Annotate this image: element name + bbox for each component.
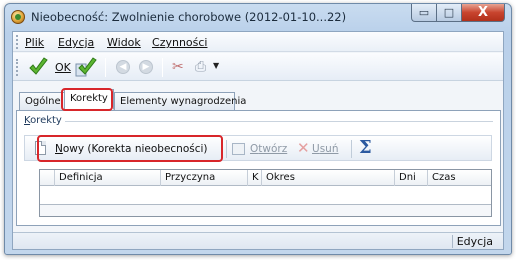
app-icon [11,10,25,24]
menu-widok-label: idok [117,36,141,49]
delete-key: U [312,143,320,155]
group-divider [65,121,493,122]
toolbar-separator [162,58,163,77]
menu-grip [16,35,19,49]
tab-korekty-label: Korekty [70,93,108,104]
tab-elementy-label: Elementy wynagrodzenia [120,96,247,107]
menu-edycja-label: dycja [64,36,95,49]
korekty-grid[interactable]: Definicja Przyczyna K Okres Dni Czas [39,169,492,217]
menu-edycja[interactable]: Edycja [58,36,94,49]
menu-edycja-key: E [58,36,65,49]
group-title-rest: orekty [30,115,62,126]
toolbar-separator [351,140,352,158]
forward-icon[interactable]: ▶ [139,60,153,74]
maximize-icon: □ [443,6,455,19]
tab-panel-korekty: Korekty Nowy (Korekta nieobecności) Otwó… [16,110,501,226]
window-title: Nieobecność: Zwolnienie chorobowe (2012-… [31,10,347,24]
main-toolbar: OK ◀ ▶ ✂ ⎙ ▼ [13,53,503,81]
korekty-toolbar: Nowy (Korekta nieobecności) Otwórz ✕ Usu… [24,135,492,161]
close-icon: X [477,5,489,20]
menu-bar: Plik Edycja Widok Czynności [13,32,503,52]
menu-czynnosci-key: C [152,36,160,49]
new-document-icon[interactable] [35,141,46,155]
toolbar-grip [16,59,18,76]
chevron-down-icon[interactable]: ▼ [213,61,219,70]
grid-header-indicator [40,170,54,186]
dialog-window: Nieobecność: Zwolnienie chorobowe (2012-… [4,3,512,255]
print-icon[interactable]: ⎙ [195,59,206,75]
menu-czynnosci[interactable]: Czynności [152,36,207,49]
open-icon[interactable] [232,143,245,155]
tab-ogolne[interactable]: Ogólne [19,92,65,110]
menu-plik[interactable]: Plik [25,36,44,49]
open-button-label[interactable]: Otwórz [250,143,287,155]
maximize-button[interactable]: □ [437,4,462,22]
minimize-button[interactable]: ▭ [411,4,437,22]
caption-buttons: ▭ □ X [411,4,505,23]
menu-czynnosci-label: zynności [159,36,208,49]
status-bar: Edycja [13,232,503,249]
open-rest: twórz [258,143,288,155]
delete-button-label[interactable]: Usuń [312,143,338,155]
grid-footer [40,204,491,216]
new-button-label[interactable]: Nowy (Korekta nieobecności) [55,143,208,155]
grid-header: Definicja Przyczyna K Okres Dni Czas [40,170,491,186]
toolbar-separator [226,140,227,158]
menu-widok[interactable]: Widok [107,36,141,49]
column-dni[interactable]: Dni [394,170,427,186]
menu-widok-key: W [107,36,118,49]
column-przyczyna[interactable]: Przyczyna [160,170,247,186]
menu-plik-key: P [25,36,32,49]
delete-icon[interactable]: ✕ [297,139,310,157]
check-ok-icon[interactable] [27,56,49,78]
tab-korekty[interactable]: Korekty [64,89,114,110]
status-mode: Edycja [456,235,493,248]
group-title: Korekty [24,115,62,126]
close-button[interactable]: X [462,4,505,22]
menu-plik-label: lik [31,36,45,49]
client-area: Plik Edycja Widok Czynności OK ◀ ▶ ✂ ⎙ ▼ [12,31,504,250]
tab-ogolne-label: Ogólne [25,96,61,107]
status-separator [452,235,453,248]
check-save-icon[interactable] [75,56,97,78]
minimize-icon: ▭ [418,6,430,19]
sum-icon[interactable]: Σ [359,137,372,158]
title-bar[interactable]: Nieobecność: Zwolnienie chorobowe (2012-… [5,4,511,30]
delete-rest: suń [319,143,339,155]
column-definicja[interactable]: Definicja [54,170,160,186]
column-czas[interactable]: Czas [427,170,491,186]
column-k[interactable]: K [247,170,261,186]
new-key: N [55,143,63,155]
column-okres[interactable]: Okres [261,170,394,186]
new-rest: owy (Korekta nieobecności) [62,143,208,155]
tools-icon[interactable]: ✂ [172,59,184,75]
toolbar-separator [105,58,106,77]
ok-button-label[interactable]: OK [55,61,71,74]
back-icon[interactable]: ◀ [116,60,130,74]
tab-elementy-wynagrodzenia[interactable]: Elementy wynagrodzenia [114,92,246,110]
